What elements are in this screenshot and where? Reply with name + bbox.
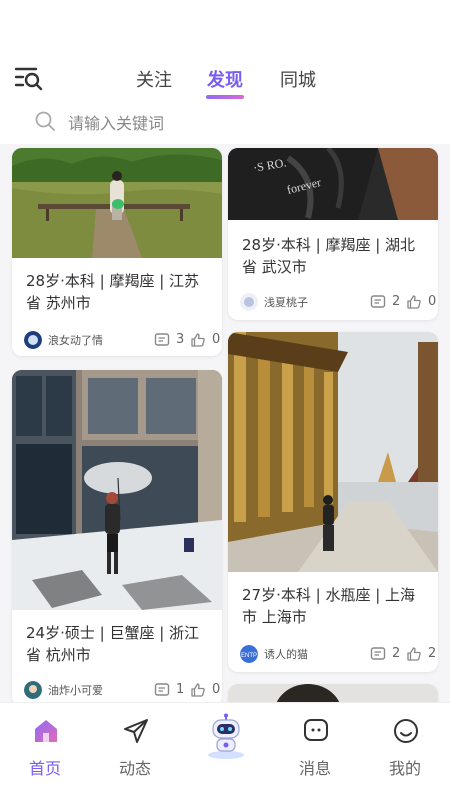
comment-icon [154,333,170,346]
username[interactable]: 浅夏桃子 [264,294,308,310]
post-description: 24岁·硕士 | 巨蟹座 | 浙江省 杭州市 [26,624,200,664]
like-count[interactable]: 0 [190,680,222,702]
comment-count[interactable]: 2 [370,644,404,666]
post-meta: 油炸小可爱 1 0 [24,680,220,702]
nav-label: 动态 [118,759,151,778]
home-icon [32,717,60,745]
comment-icon [370,647,386,660]
post-meta: 浅夏桃子 2 0 [240,292,436,314]
tab-following[interactable]: 关注 [136,66,172,92]
robot-icon [206,713,246,759]
post-card[interactable]: 24岁·硕士 | 巨蟹座 | 浙江省 杭州市 油炸小可爱 1 0 [12,370,222,706]
bottom-navigation: 首页 动态 消息 我的 [0,702,450,801]
nav-label: 首页 [28,759,61,778]
post-meta: 浪女动了情 3 0 [24,330,220,352]
search-icon [34,110,56,132]
search-input[interactable] [66,109,400,137]
comment-count[interactable]: 2 [370,292,404,314]
nav-profile[interactable]: 我的 [370,703,440,801]
post-card[interactable]: ·S RO. forever 28岁·本科 | 摩羯座 | 湖北省 武汉市 浅夏… [228,148,438,320]
nav-home[interactable]: 首页 [10,703,80,801]
post-card[interactable]: 27岁·本科 | 水瓶座 | 上海市 上海市 ENTP 诱人的猫 2 2 [228,332,438,672]
nav-label: 消息 [298,759,331,778]
post-photo: ·S RO. forever [228,148,438,220]
top-bar: 关注 发现 同城 [0,0,450,100]
username[interactable]: 浪女动了情 [48,332,103,348]
profile-icon [392,717,420,745]
thumbs-up-icon [407,647,421,661]
username[interactable]: 油炸小可爱 [48,682,103,698]
post-description: 27岁·本科 | 水瓶座 | 上海市 上海市 [242,586,416,626]
nav-moments[interactable]: 动态 [100,703,170,801]
post-card[interactable]: 28岁·本科 | 摩羯座 | 江苏省 苏州市 浪女动了情 3 0 [12,148,222,356]
like-count[interactable]: 0 [190,330,222,352]
avatar[interactable]: ENTP [240,645,258,663]
username[interactable]: 诱人的猫 [264,646,308,662]
nav-label: 我的 [388,759,421,778]
post-description: 28岁·本科 | 摩羯座 | 江苏省 苏州市 [26,272,200,312]
nav-messages[interactable]: 消息 [280,703,350,801]
svg-text:ENTP: ENTP [241,653,257,659]
thumbs-up-icon [191,333,205,347]
avatar[interactable] [24,681,42,699]
like-count[interactable]: 0 [406,292,438,314]
thumbs-up-icon [407,295,421,309]
post-meta: ENTP 诱人的猫 2 2 [240,644,436,666]
post-photo [12,370,222,610]
like-count[interactable]: 2 [406,644,438,666]
send-icon [122,717,150,745]
avatar[interactable] [24,331,42,349]
nav-robot[interactable] [190,703,260,801]
feed-tabs: 关注 发现 同城 [0,64,450,100]
comment-icon [154,683,170,696]
post-photo [228,332,438,572]
post-description: 28岁·本科 | 摩羯座 | 湖北省 武汉市 [242,236,416,276]
comment-icon [370,295,386,308]
comment-count[interactable]: 1 [154,680,188,702]
active-tab-indicator [206,95,244,99]
search-bar [0,100,450,144]
comment-count[interactable]: 3 [154,330,188,352]
tab-discover[interactable]: 发现 [207,66,243,92]
message-icon [302,717,330,745]
avatar[interactable] [240,293,258,311]
thumbs-up-icon [191,683,205,697]
post-photo [12,148,222,258]
tab-nearby[interactable]: 同城 [280,66,316,92]
